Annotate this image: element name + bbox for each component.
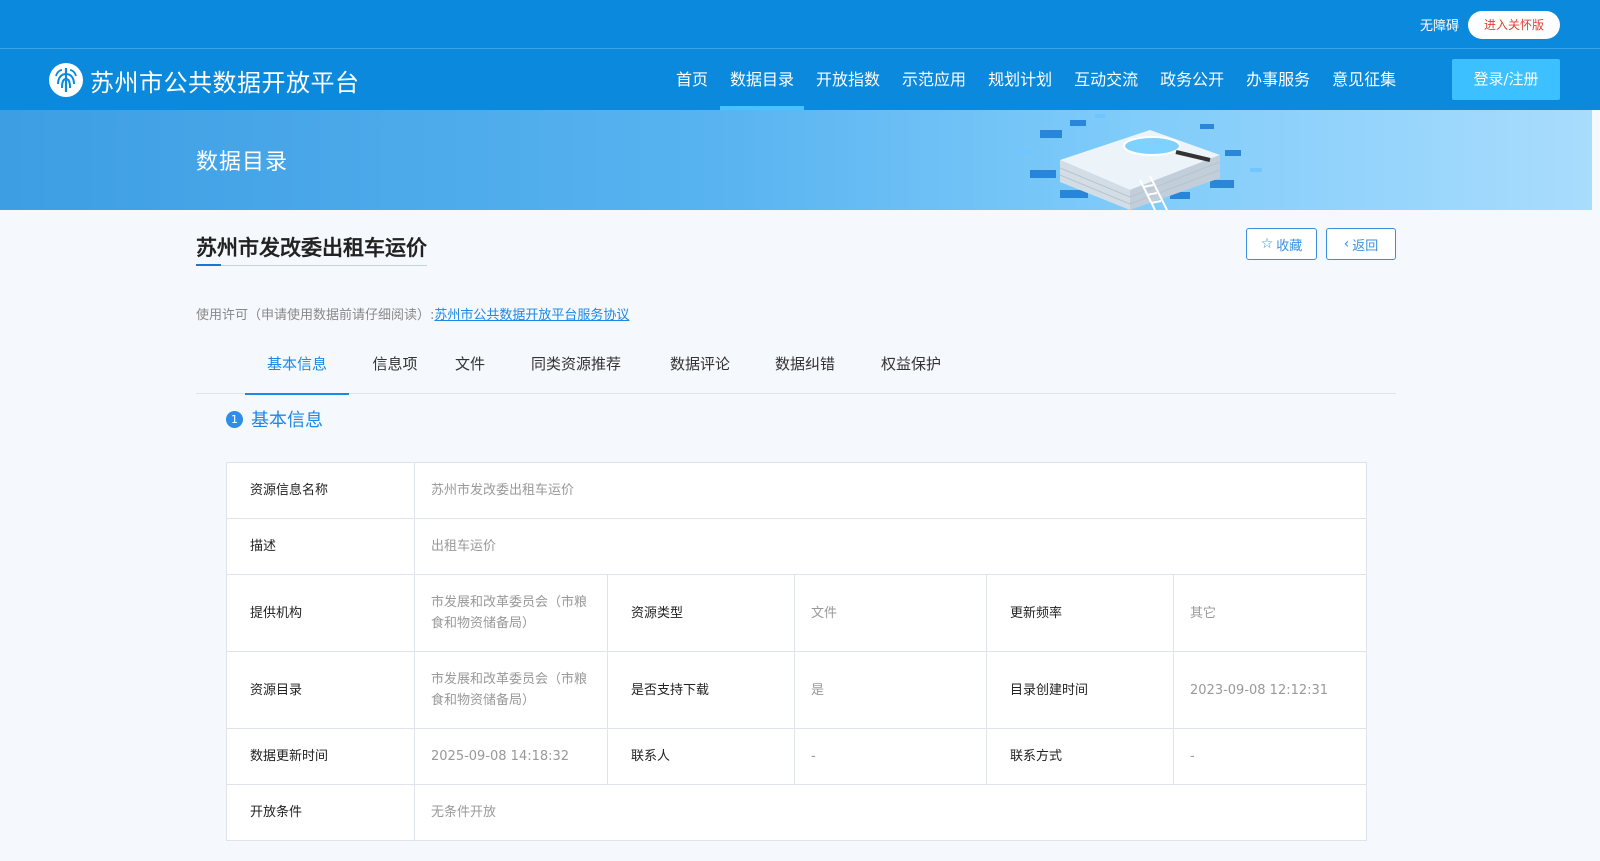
contact-method-label: 联系方式	[986, 728, 1174, 785]
nav-item-interaction[interactable]: 互动交流	[1064, 49, 1148, 110]
main-content: 苏州市发改委出租车运价 ☆ 收藏 ‹ 返回 使用许可（申请使用数据前请仔细阅读）…	[0, 210, 1600, 861]
catalog-created-label: 目录创建时间	[986, 651, 1174, 729]
data-updated-label: 数据更新时间	[226, 728, 415, 785]
tab-similar-resources[interactable]: 同类资源推荐	[514, 334, 638, 394]
table-row: 描述 出租车运价	[226, 518, 1367, 575]
top-bar: 无障碍 进入关怀版	[0, 0, 1600, 49]
nav-item-plans[interactable]: 规划计划	[978, 49, 1062, 110]
care-mode-button[interactable]: 进入关怀版	[1468, 11, 1560, 39]
description-label: 描述	[226, 518, 415, 575]
open-condition-value: 无条件开放	[414, 784, 1367, 841]
contact-method-value: -	[1173, 728, 1367, 785]
resource-name-label: 资源信息名称	[226, 462, 415, 519]
section-heading: 1 基本信息	[226, 406, 323, 432]
resource-name-value: 苏州市发改委出租车运价	[414, 462, 1367, 519]
resource-type-label: 资源类型	[607, 574, 795, 652]
page-title: 苏州市发改委出租车运价	[196, 232, 427, 266]
tab-data-correction[interactable]: 数据纠错	[761, 334, 849, 394]
back-label: 返回	[1352, 238, 1379, 254]
tab-data-comments[interactable]: 数据评论	[656, 334, 744, 394]
brand[interactable]: 苏州市公共数据开放平台	[48, 62, 360, 98]
banner-title: 数据目录	[196, 150, 289, 175]
table-row: 开放条件 无条件开放	[226, 784, 1367, 841]
accessibility-link[interactable]: 无障碍	[1420, 15, 1459, 34]
description-value: 出租车运价	[414, 518, 1367, 575]
chevron-left-icon: ‹	[1343, 236, 1350, 252]
nav-item-open-index[interactable]: 开放指数	[806, 49, 890, 110]
data-blocks-illustration-icon	[1020, 114, 1262, 210]
table-row: 资源信息名称 苏州市发改委出租车运价	[226, 462, 1367, 519]
contact-person-label: 联系人	[607, 728, 795, 785]
tab-basic-info[interactable]: 基本信息	[245, 334, 349, 395]
main-nav: 首页 数据目录 开放指数 示范应用 规划计划 互动交流 政务公开 办事服务 意见…	[666, 49, 1408, 110]
tab-files[interactable]: 文件	[444, 334, 496, 394]
provider-label: 提供机构	[226, 574, 415, 652]
favorite-button[interactable]: ☆ 收藏	[1246, 228, 1317, 260]
nav-item-data-catalog[interactable]: 数据目录	[720, 49, 805, 110]
tab-info-items[interactable]: 信息项	[359, 334, 431, 394]
star-icon: ☆	[1260, 236, 1274, 252]
update-frequency-value: 其它	[1173, 574, 1367, 652]
nav-item-gov-affairs[interactable]: 政务公开	[1150, 49, 1234, 110]
favorite-label: 收藏	[1276, 238, 1303, 254]
nav-item-demo-apps[interactable]: 示范应用	[892, 49, 976, 110]
platform-name: 苏州市公共数据开放平台	[90, 68, 360, 97]
catalog-value: 市发展和改革委员会（市粮食和物资储备局）	[414, 651, 608, 729]
section-number-badge: 1	[226, 410, 243, 428]
detail-tabs: 基本信息 信息项 文件 同类资源推荐 数据评论 数据纠错 权益保护	[196, 334, 1396, 395]
platform-logo-icon	[49, 63, 83, 97]
contact-person-value: -	[794, 728, 987, 785]
open-condition-label: 开放条件	[226, 784, 415, 841]
catalog-label: 资源目录	[226, 651, 415, 729]
nav-item-feedback[interactable]: 意见征集	[1322, 49, 1406, 110]
download-support-value: 是	[794, 651, 987, 729]
table-row: 资源目录 市发展和改革委员会（市粮食和物资储备局） 是否支持下载 是 目录创建时…	[226, 651, 1367, 729]
table-row: 提供机构 市发展和改革委员会（市粮食和物资储备局） 资源类型 文件 更新频率 其…	[226, 574, 1367, 652]
page-banner: 数据目录	[0, 110, 1592, 210]
data-updated-value: 2025-09-08 14:18:32	[414, 728, 608, 785]
resource-type-value: 文件	[794, 574, 987, 652]
login-register-button[interactable]: 登录/注册	[1452, 59, 1560, 100]
license-label: 使用许可（申请使用数据前请仔细阅读）:	[196, 308, 435, 323]
tab-rights-protection[interactable]: 权益保护	[867, 334, 955, 394]
section-title: 基本信息	[251, 410, 323, 431]
update-frequency-label: 更新频率	[986, 574, 1174, 652]
site-header: 无障碍 进入关怀版 苏州市公共数据开放平台 首页 数据目录 开放指数 示范应用 …	[0, 0, 1600, 110]
service-agreement-link[interactable]: 苏州市公共数据开放平台服务协议	[434, 308, 629, 323]
provider-value: 市发展和改革委员会（市粮食和物资储备局）	[414, 574, 608, 652]
table-row: 数据更新时间 2025-09-08 14:18:32 联系人 - 联系方式 -	[226, 728, 1367, 785]
back-button[interactable]: ‹ 返回	[1326, 228, 1396, 260]
catalog-created-value: 2023-09-08 12:12:31	[1173, 651, 1367, 729]
download-support-label: 是否支持下载	[607, 651, 795, 729]
basic-info-table: 资源信息名称 苏州市发改委出租车运价 描述 出租车运价 提供机构 市发展和改革委…	[226, 462, 1367, 841]
usage-license: 使用许可（申请使用数据前请仔细阅读）:苏州市公共数据开放平台服务协议	[196, 304, 629, 323]
nav-item-services[interactable]: 办事服务	[1236, 49, 1320, 110]
nav-item-home[interactable]: 首页	[666, 49, 718, 110]
